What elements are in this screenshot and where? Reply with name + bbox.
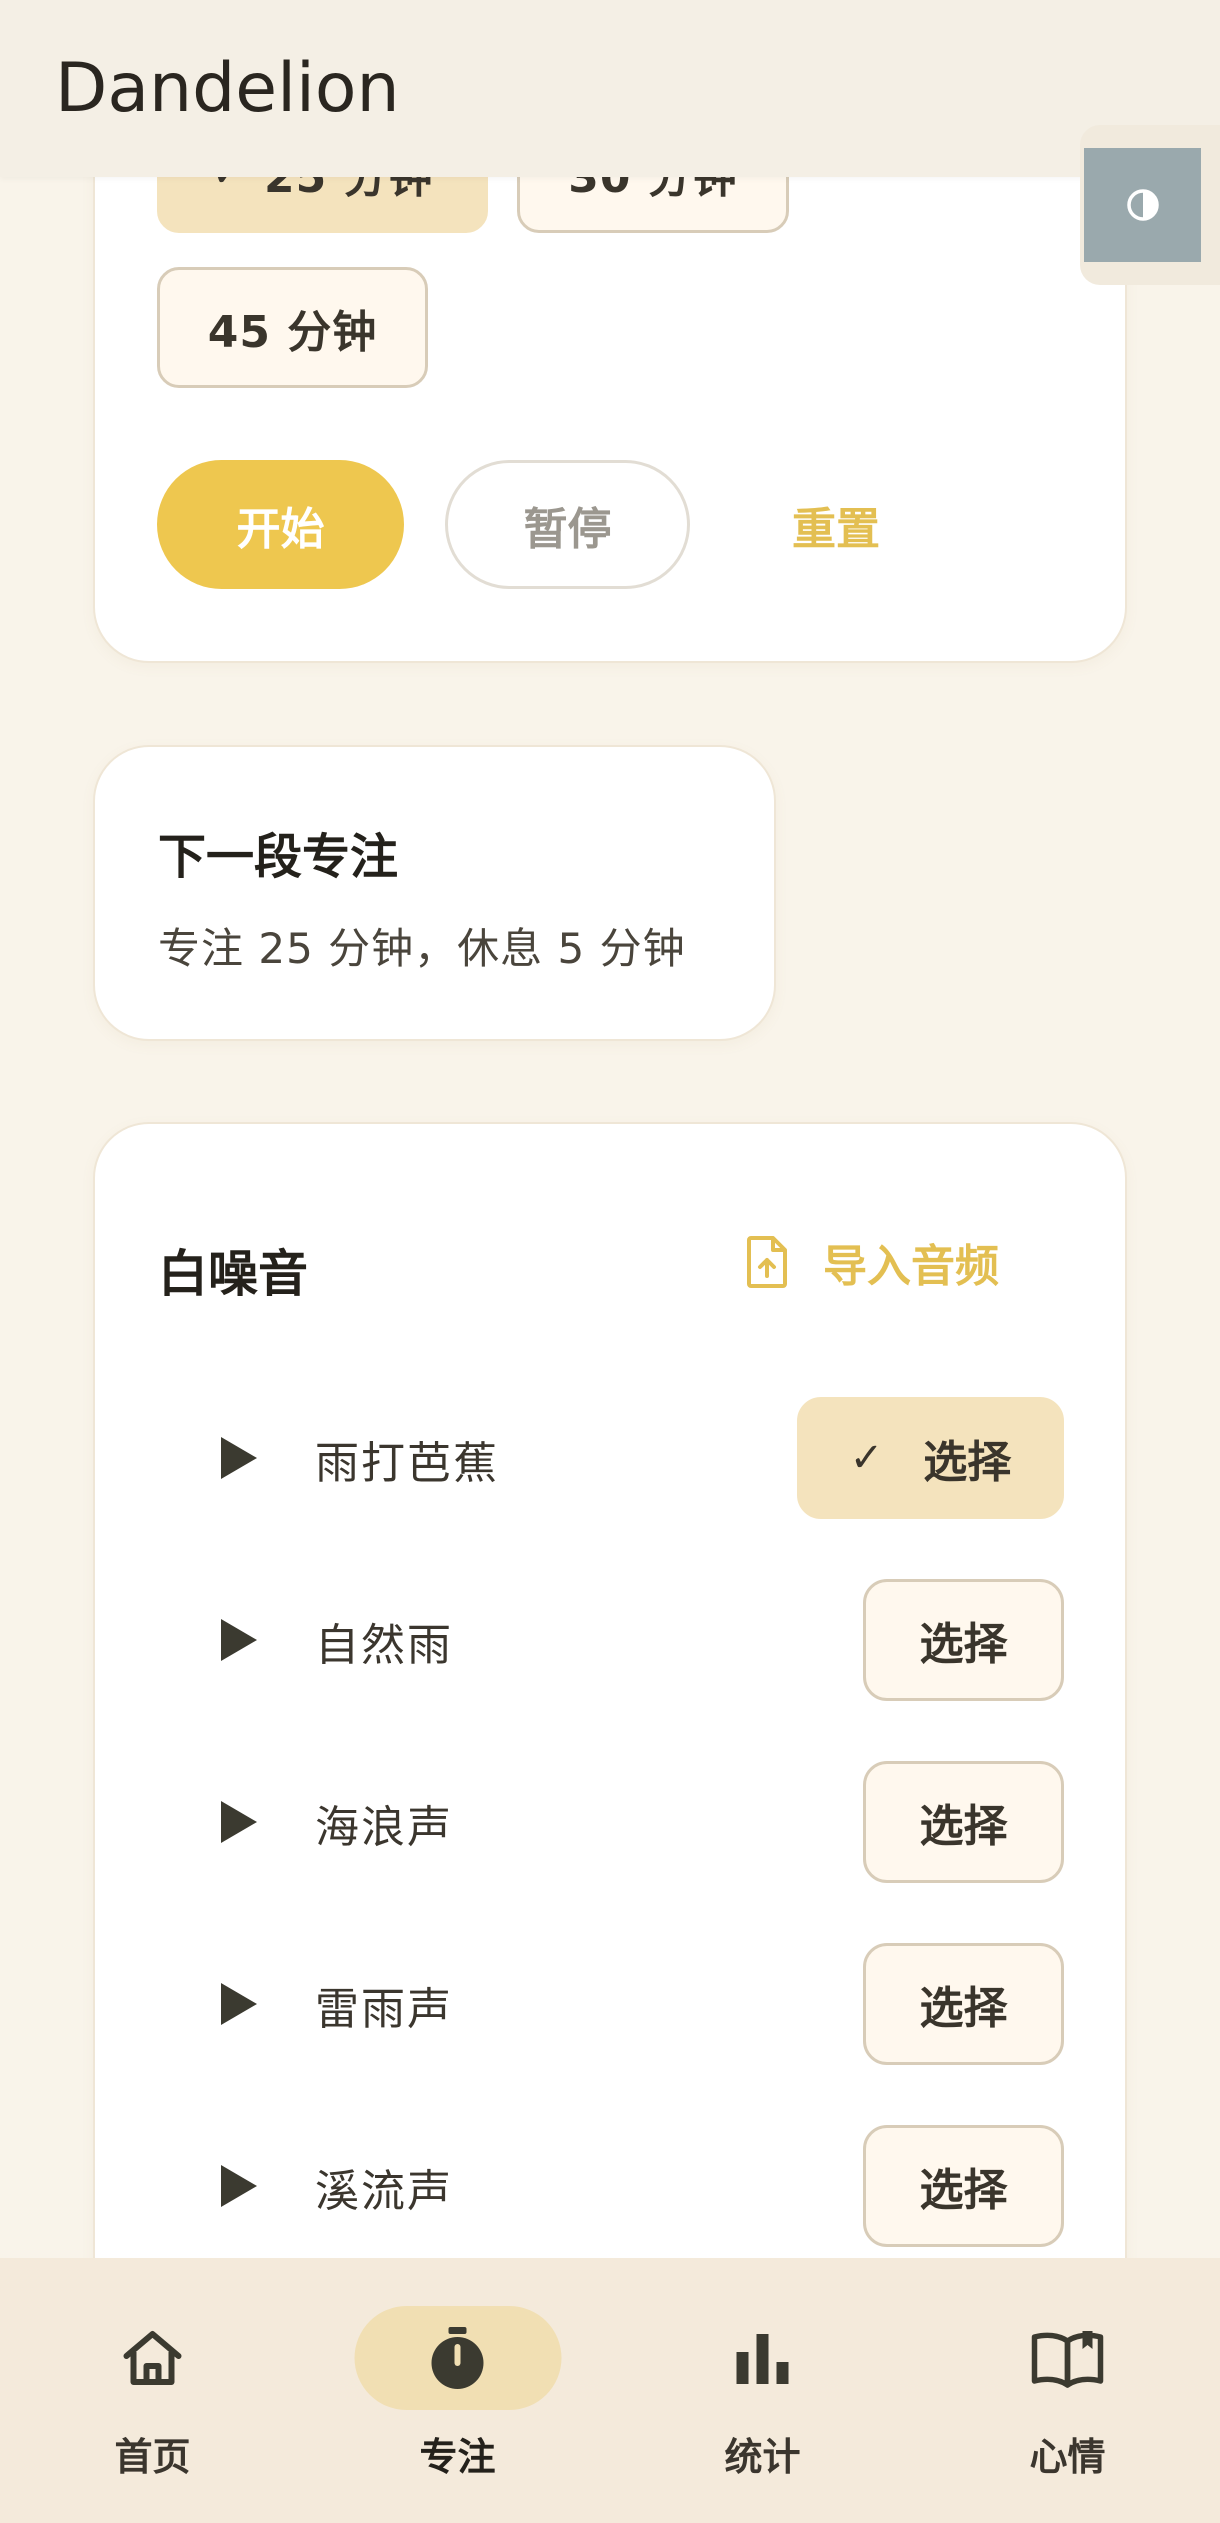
track-item[interactable]: 雨打芭蕉 ✓ 选择 bbox=[95, 1397, 1129, 1519]
track-item[interactable]: 海浪声 选择 bbox=[95, 1761, 1129, 1883]
start-button[interactable]: 开始 bbox=[157, 460, 404, 589]
select-track-button[interactable]: 选择 bbox=[863, 1579, 1064, 1701]
play-icon[interactable] bbox=[219, 1799, 259, 1845]
pause-button[interactable]: 暂停 bbox=[445, 460, 690, 589]
select-track-button[interactable]: 选择 bbox=[863, 1943, 1064, 2065]
white-noise-title: 白噪音 bbox=[158, 1245, 308, 1303]
reset-button[interactable]: 重置 bbox=[761, 460, 911, 589]
nav-item-focus[interactable]: 专注 bbox=[305, 2258, 610, 2523]
contrast-icon bbox=[1126, 189, 1159, 221]
next-session-title: 下一段专注 bbox=[158, 829, 399, 885]
nav-item-stats[interactable]: 统计 bbox=[610, 2258, 915, 2523]
track-item[interactable]: 溪流声 选择 bbox=[95, 2125, 1129, 2247]
bottom-navigation: 首页 专注 统计 心情 bbox=[0, 2258, 1220, 2523]
play-icon[interactable] bbox=[219, 1435, 259, 1481]
file-upload-icon bbox=[747, 1236, 787, 1288]
timer-icon bbox=[431, 2327, 484, 2389]
nav-item-home[interactable]: 首页 bbox=[0, 2258, 305, 2523]
play-icon[interactable] bbox=[219, 1981, 259, 2027]
bar-chart-icon bbox=[736, 2334, 789, 2384]
app-title: Dandelion bbox=[55, 49, 400, 128]
nav-item-mood[interactable]: 心情 bbox=[915, 2258, 1220, 2523]
track-name: 自然雨 bbox=[315, 1620, 453, 1671]
track-item[interactable]: 雷雨声 选择 bbox=[95, 1943, 1129, 2065]
duration-chip-45[interactable]: 45 分钟 bbox=[157, 267, 428, 388]
select-track-button[interactable]: 选择 bbox=[863, 2125, 1064, 2247]
track-name: 雨打芭蕉 bbox=[315, 1438, 499, 1489]
next-session-subtitle: 专注 25 分钟，休息 5 分钟 bbox=[158, 924, 686, 973]
app-root: ✓ 25 分钟 30 分钟 45 分钟 开始 暂停 重置 下一段专注 专注 25… bbox=[0, 0, 1220, 2523]
play-icon[interactable] bbox=[219, 2163, 259, 2209]
track-name: 雷雨声 bbox=[315, 1984, 453, 2035]
check-icon: ✓ bbox=[849, 1435, 884, 1481]
track-item[interactable]: 自然雨 选择 bbox=[95, 1579, 1129, 1701]
next-session-card: 下一段专注 专注 25 分钟，休息 5 分钟 bbox=[93, 745, 776, 1041]
app-bar: Dandelion bbox=[0, 0, 1220, 177]
import-audio-button[interactable]: 导入音频 bbox=[747, 1222, 999, 1302]
theme-toggle-button[interactable] bbox=[1084, 148, 1201, 262]
play-icon[interactable] bbox=[219, 1617, 259, 1663]
track-name: 溪流声 bbox=[315, 2166, 453, 2217]
track-name: 海浪声 bbox=[315, 1802, 453, 1853]
scroll-content[interactable]: ✓ 25 分钟 30 分钟 45 分钟 开始 暂停 重置 下一段专注 专注 25… bbox=[0, 0, 1220, 2523]
home-icon bbox=[123, 2331, 182, 2385]
book-icon bbox=[1031, 2331, 1104, 2388]
select-track-button[interactable]: ✓ 选择 bbox=[797, 1397, 1064, 1519]
select-track-button[interactable]: 选择 bbox=[863, 1761, 1064, 1883]
